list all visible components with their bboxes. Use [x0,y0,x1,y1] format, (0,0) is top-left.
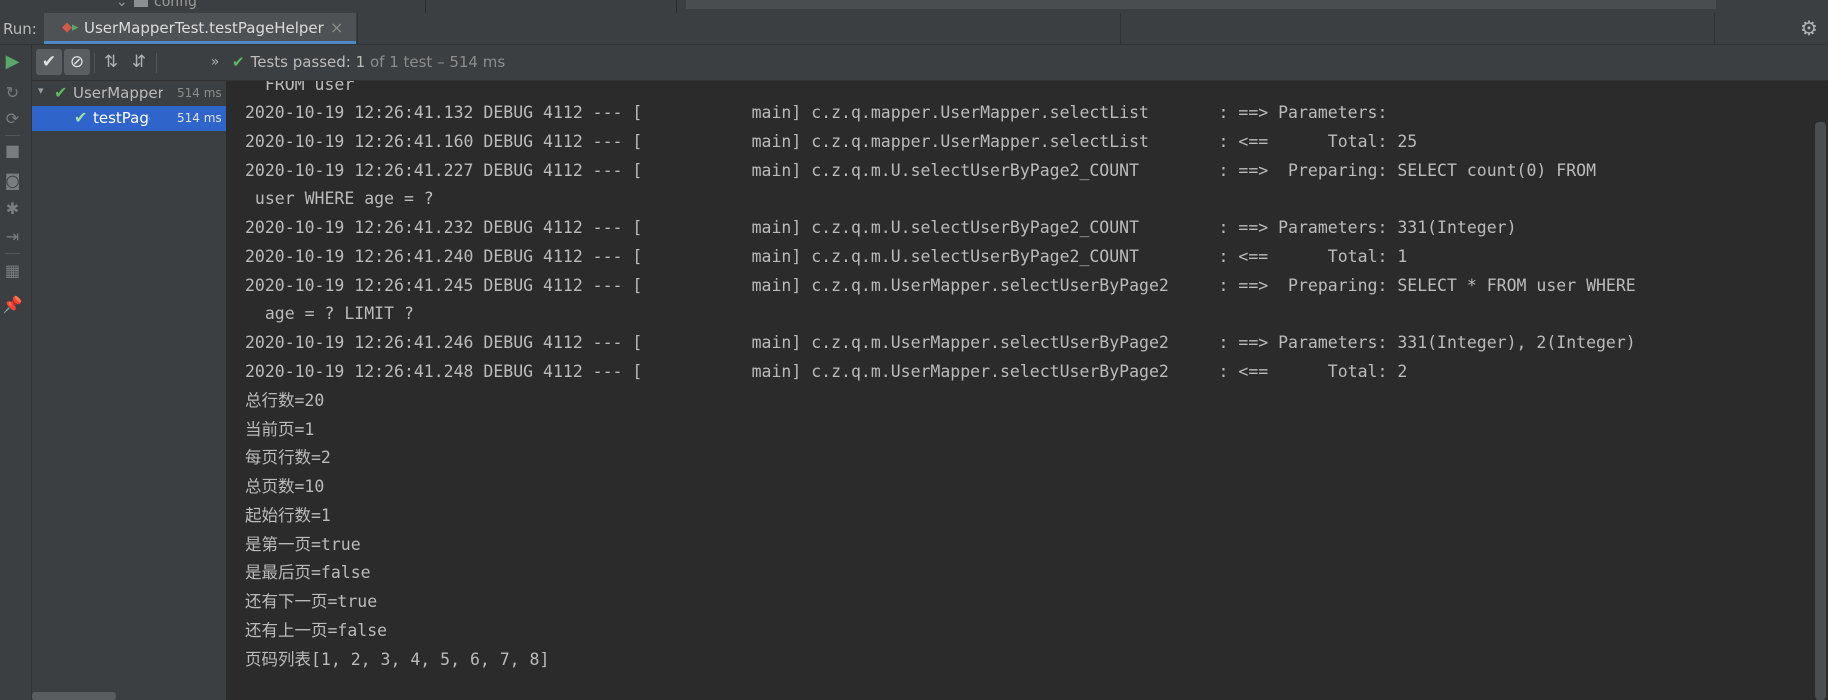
header-divider [357,13,358,44]
console-line: 是第一页=true [245,535,361,554]
status-count: 1 [355,53,366,71]
divider [5,253,20,254]
sort-alphabetical-icon[interactable]: ⇅ [98,49,124,75]
console-line: 2020-10-19 12:26:41.246 DEBUG 4112 --- [… [245,333,1636,352]
check-icon[interactable]: ✔ [36,49,62,75]
circle-slash-icon[interactable]: ⊘ [64,49,90,75]
console-line: 当前页=1 [245,420,315,439]
console-line: 2020-10-19 12:26:41.240 DEBUG 4112 --- [… [245,247,1408,266]
folder-icon [134,0,148,7]
top-strip: ⌄ config [0,0,1828,13]
tree-item-test-class[interactable]: ▾ ✔ UserMapper 514 ms [32,81,226,106]
console-line: 总页数=10 [245,477,325,496]
close-icon[interactable]: × [330,18,343,37]
divider [94,53,95,73]
double-chevron-right-icon[interactable]: » [202,49,228,75]
test-toolbar: ✔ ⊘ ⇅ ⇵ » ✔ Tests passed: 1 of 1 test – 5… [32,45,1828,81]
tree-item-time: 514 ms [177,86,222,100]
console-line: age = ? LIMIT ? [245,304,414,323]
console-line: 每页行数=2 [245,448,331,467]
console-line: 还有上一页=false [245,621,388,640]
console-output[interactable]: FROM user 2020-10-19 12:26:41.132 DEBUG … [227,81,1816,700]
divider [425,0,426,13]
test-tree: ▾ ✔ UserMapper 514 ms ✔ testPage 514 ms [32,81,227,700]
play-icon[interactable]: ▶ [0,51,25,72]
tree-scrollbar[interactable] [32,692,116,700]
tree-item-test-method[interactable]: ✔ testPage 514 ms [32,106,226,131]
gear-icon[interactable]: ⚙ [1800,16,1818,40]
console-line: 2020-10-19 12:26:41.248 DEBUG 4112 --- [… [245,362,1408,381]
tests-status: ✔ Tests passed: 1 of 1 test – 514 ms [232,53,505,71]
console-line: 2020-10-19 12:26:41.232 DEBUG 4112 --- [… [245,218,1517,237]
exit-icon[interactable]: ⇥ [0,227,25,246]
camera-icon[interactable]: ◙ [0,171,25,190]
run-actions-strip: ▶ ↻ ⟳ ■ ◙ ✱ ⇥ ▦ 📌 [0,45,32,700]
header-divider [1714,13,1715,44]
console-line: 还有下一页=true [245,592,378,611]
run-tab[interactable]: ◆▸ UserMapperTest.testPageHelper × [44,13,356,44]
project-tree-node-label: config [154,0,197,10]
console-line: 2020-10-19 12:26:41.160 DEBUG 4112 --- [… [245,132,1418,151]
check-icon: ✔ [54,83,68,102]
divider [5,135,20,136]
tree-item-label: UserMapper [73,84,163,102]
console-line: 2020-10-19 12:26:41.227 DEBUG 4112 --- [… [245,161,1597,180]
check-icon: ✔ [74,108,88,127]
console-scrollbar[interactable] [1815,122,1826,700]
console-line: 总行数=20 [245,391,325,410]
tree-item-label: testPage [93,109,150,127]
sort-duration-icon[interactable]: ⇵ [126,49,152,75]
rerun-failed-icon[interactable]: ↻ [0,83,25,102]
console-line: 2020-10-19 12:26:41.245 DEBUG 4112 --- [… [245,276,1636,295]
chevron-down-icon: ⌄ [116,0,128,10]
console-line: FROM user [245,81,355,94]
pin-icon[interactable]: 📌 [0,295,25,314]
divider [676,0,677,13]
status-rest: of 1 test – 514 ms [369,53,506,71]
header-divider [1120,13,1121,44]
console-line: user WHERE age = ? [245,189,434,208]
check-icon: ✔ [232,53,245,71]
console-line: 起始行数=1 [245,506,331,525]
bug-icon[interactable]: ✱ [0,199,25,218]
layout-icon[interactable]: ▦ [0,261,25,280]
junit-run-icon: ◆▸ [62,20,79,35]
editor-scrollbar[interactable] [686,0,1716,9]
status-prefix: Tests passed: [250,53,351,71]
project-tree-node[interactable]: ⌄ config [116,0,197,10]
chevron-down-icon: ▾ [38,84,44,97]
toggle-auto-test-icon[interactable]: ⟳ [0,109,25,128]
run-tab-label: UserMapperTest.testPageHelper [84,19,324,37]
console-line: 2020-10-19 12:26:41.132 DEBUG 4112 --- [… [245,103,1398,122]
tree-item-time: 514 ms [177,111,222,125]
run-tool-window-header: Run: ◆▸ UserMapperTest.testPageHelper × … [0,13,1828,45]
divider [156,53,157,73]
stop-icon[interactable]: ■ [0,141,25,160]
run-label: Run: [3,20,37,38]
console-line: 页码列表[1, 2, 3, 4, 5, 6, 7, 8] [245,650,550,669]
console-line: 是最后页=false [245,563,371,582]
